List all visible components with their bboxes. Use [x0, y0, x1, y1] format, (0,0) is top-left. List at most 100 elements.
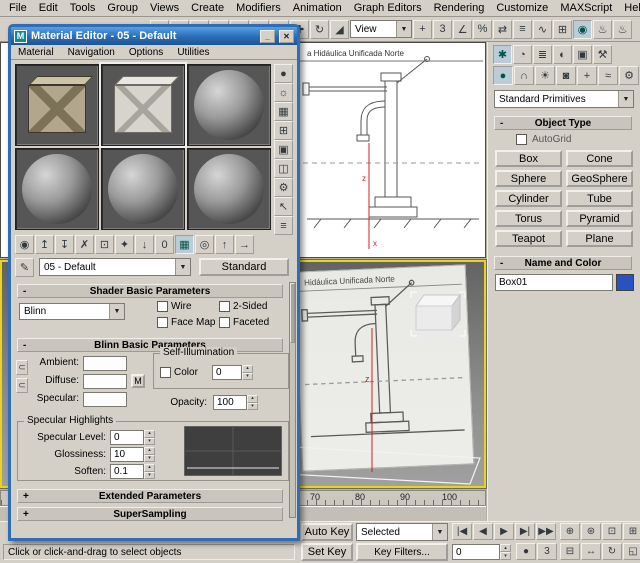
sample-slot-3[interactable] — [187, 64, 271, 146]
sample-slot-4[interactable] — [15, 148, 99, 230]
self-illum-spinner[interactable]: ▴ ▾ — [242, 365, 253, 380]
sphere-button[interactable]: Sphere — [495, 170, 562, 187]
play-icon[interactable]: ▶ — [494, 523, 514, 540]
background-icon[interactable]: ▦ — [274, 102, 293, 121]
go-forward-icon[interactable]: → — [235, 235, 254, 254]
torus-button[interactable]: Torus — [495, 210, 562, 227]
menu-item[interactable]: File — [3, 1, 33, 15]
object-name-field[interactable] — [495, 274, 613, 291]
two-sided-checkbox[interactable] — [219, 301, 230, 312]
get-material-icon[interactable]: ◉ — [15, 235, 34, 254]
box-button[interactable]: Box — [495, 150, 562, 167]
reference-coordsys-dropdown[interactable]: View ▼ — [350, 20, 412, 38]
hierarchy-tab-icon[interactable]: ≣ — [533, 45, 552, 64]
material-editor-titlebar[interactable]: M Material Editor - 05 - Default _ ✕ — [11, 27, 297, 45]
opacity-spinner[interactable]: ▴ ▾ — [247, 395, 258, 410]
spin-down-icon[interactable]: ▾ — [144, 438, 155, 446]
put-to-library-icon[interactable]: ↓ — [135, 235, 154, 254]
blinn-rollout-header[interactable]: - Blinn Basic Parameters — [17, 338, 283, 352]
show-end-result-icon[interactable]: ◎ — [195, 235, 214, 254]
object-type-rollout-header[interactable]: - Object Type — [494, 116, 632, 130]
lights-category-icon[interactable]: ☀ — [535, 66, 555, 85]
glossiness-spinner[interactable]: ▴ ▾ — [144, 447, 155, 462]
key-mode-toggle-icon[interactable]: ● — [516, 543, 536, 560]
opacity-value-field[interactable]: 100 — [213, 395, 247, 410]
mirror-icon[interactable]: ⇄ — [493, 20, 512, 39]
current-frame-field[interactable] — [452, 544, 500, 560]
curve-editor-icon[interactable]: ∿ — [533, 20, 552, 39]
teapot-button[interactable]: Teapot — [495, 230, 562, 247]
sample-slot-1[interactable] — [15, 64, 99, 146]
menu-item[interactable]: Edit — [33, 1, 64, 15]
menu-item[interactable]: Options — [122, 47, 170, 58]
snap-toggle-icon[interactable]: 3 — [537, 543, 557, 560]
menu-item[interactable]: Rendering — [428, 1, 491, 15]
auto-key-button[interactable]: Auto Key — [301, 523, 353, 541]
menu-item[interactable]: Customize — [490, 1, 554, 15]
display-tab-icon[interactable]: ▣ — [573, 45, 592, 64]
spin-down-icon[interactable]: ▾ — [247, 403, 258, 411]
options-gear-icon[interactable]: ⚙ — [274, 178, 293, 197]
cylinder-button[interactable]: Cylinder — [495, 190, 562, 207]
ambient-color-swatch[interactable] — [83, 356, 127, 371]
lock-diffuse-specular-icon[interactable]: ⊂ — [16, 378, 28, 393]
utilities-tab-icon[interactable]: ⚒ — [593, 45, 612, 64]
next-frame-icon[interactable]: ▶| — [515, 523, 535, 540]
wire-checkbox[interactable] — [157, 301, 168, 312]
shader-type-dropdown[interactable]: Blinn ▼ — [19, 303, 125, 320]
align-icon[interactable]: ≡ — [513, 20, 532, 39]
spin-up-icon[interactable]: ▴ — [144, 430, 155, 438]
specular-level-field[interactable]: 0 — [110, 430, 144, 445]
reset-map-icon[interactable]: ✗ — [75, 235, 94, 254]
pan-icon[interactable]: ↔ — [581, 543, 601, 560]
previous-frame-icon[interactable]: ◀ — [473, 523, 493, 540]
menu-item[interactable]: Navigation — [61, 47, 122, 58]
specular-level-spinner[interactable]: ▴ ▾ — [144, 430, 155, 445]
geometry-category-icon[interactable]: ● — [493, 66, 513, 85]
soften-field[interactable]: 0.1 — [110, 464, 144, 479]
rotate-icon[interactable]: ↻ — [310, 20, 329, 39]
supersampling-rollout-header[interactable]: + SuperSampling — [17, 507, 283, 521]
self-illum-value-field[interactable]: 0 — [212, 365, 242, 380]
zoom-all-icon[interactable]: ⊛ — [581, 523, 601, 540]
material-map-navigator-icon[interactable]: ≡ — [274, 216, 293, 235]
faceted-checkbox[interactable] — [219, 317, 230, 328]
menu-item[interactable]: Material — [11, 47, 61, 58]
make-unique-icon[interactable]: ✦ — [115, 235, 134, 254]
put-to-scene-icon[interactable]: ↥ — [35, 235, 54, 254]
close-icon[interactable]: ✕ — [279, 30, 294, 43]
rollout-scrollbar[interactable] — [289, 282, 296, 518]
extended-parameters-rollout-header[interactable]: + Extended Parameters — [17, 489, 283, 503]
spin-up-icon[interactable]: ▴ — [144, 464, 155, 472]
spin-up-icon[interactable]: ▴ — [247, 395, 258, 403]
snap-toggle-icon[interactable]: 3 — [433, 20, 452, 39]
tube-button[interactable]: Tube — [566, 190, 633, 207]
menu-item[interactable]: Group — [101, 1, 144, 15]
pyramid-button[interactable]: Pyramid — [566, 210, 633, 227]
sample-slot-6[interactable] — [187, 148, 271, 230]
quick-render-icon[interactable]: ♨ — [613, 20, 632, 39]
create-tab-icon[interactable]: ✱ — [493, 45, 512, 64]
spin-down-icon[interactable]: ▾ — [500, 552, 511, 560]
name-color-rollout-header[interactable]: - Name and Color — [494, 256, 632, 270]
assign-material-icon[interactable]: ↧ — [55, 235, 74, 254]
eyedropper-icon[interactable]: ✎ — [15, 258, 34, 277]
geosphere-button[interactable]: GeoSphere — [566, 170, 633, 187]
selection-set-dropdown[interactable]: Selected ▼ — [356, 523, 448, 541]
go-to-start-icon[interactable]: |◀ — [452, 523, 472, 540]
render-setup-icon[interactable]: ♨ — [593, 20, 612, 39]
systems-category-icon[interactable]: ⚙ — [619, 66, 639, 85]
plane-button[interactable]: Plane — [566, 230, 633, 247]
schematic-view-icon[interactable]: ⊞ — [553, 20, 572, 39]
object-color-swatch[interactable] — [616, 274, 634, 291]
frame-spinner[interactable]: ▴ ▾ — [500, 544, 511, 560]
autogrid-checkbox[interactable] — [516, 134, 527, 145]
make-copy-icon[interactable]: ⊡ — [95, 235, 114, 254]
menu-item[interactable]: Utilities — [170, 47, 216, 58]
go-to-end-icon[interactable]: ▶▶ — [536, 523, 556, 540]
sample-slot-2-active[interactable] — [101, 64, 185, 146]
menu-item[interactable]: Animation — [287, 1, 348, 15]
arc-rotate-icon[interactable]: ↻ — [602, 543, 622, 560]
spin-up-icon[interactable]: ▴ — [144, 447, 155, 455]
menu-item[interactable]: Help — [618, 1, 640, 15]
